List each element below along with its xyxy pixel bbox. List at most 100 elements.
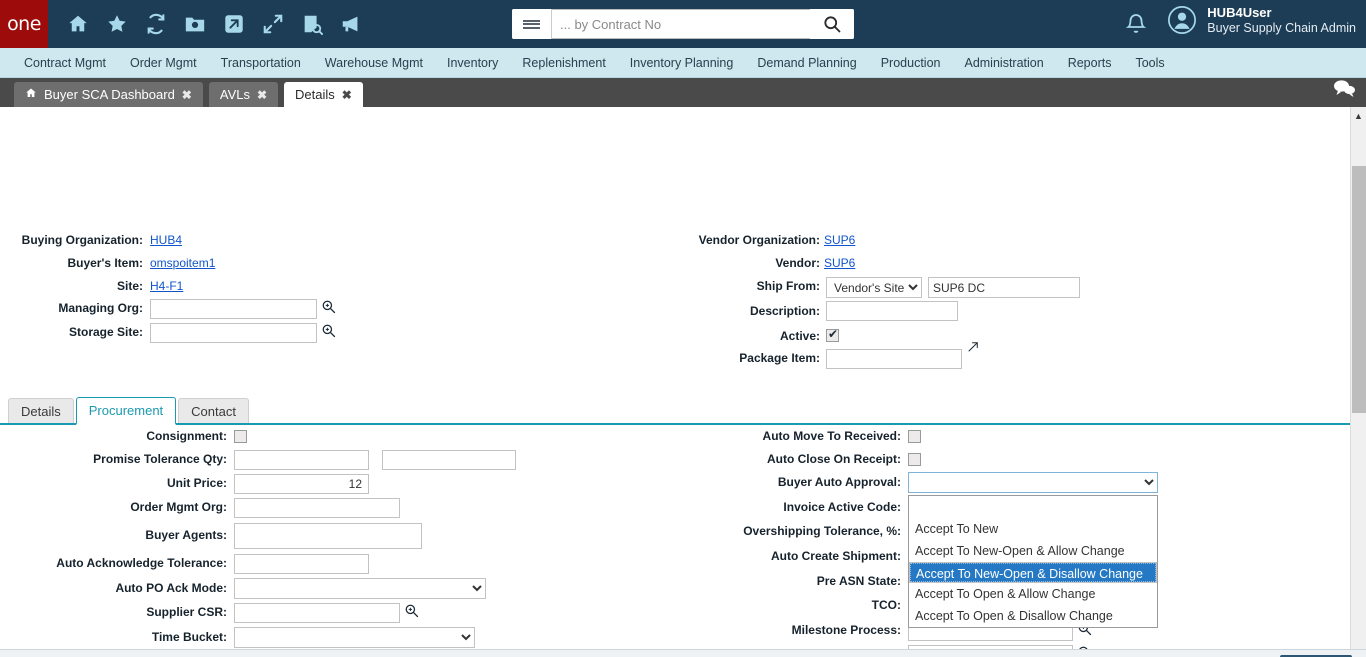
nav-item-replenishment[interactable]: Replenishment: [510, 56, 617, 70]
time-bucket-select[interactable]: [234, 627, 475, 648]
auto-move-to-received-checkbox[interactable]: [908, 430, 921, 443]
auto-acknowledge-tolerance-input[interactable]: [234, 554, 369, 574]
nav-item-inventory-planning[interactable]: Inventory Planning: [618, 56, 746, 70]
nav-item-demand-planning[interactable]: Demand Planning: [745, 56, 868, 70]
tab-details[interactable]: Details ✖: [284, 82, 363, 107]
search-input[interactable]: [552, 9, 810, 39]
user-avatar-icon[interactable]: [1167, 5, 1197, 35]
star-icon[interactable]: [106, 13, 128, 35]
nav-item-production[interactable]: Production: [869, 56, 953, 70]
search-menu-icon[interactable]: [512, 9, 552, 39]
close-icon[interactable]: ✖: [182, 88, 192, 102]
storage-site-control[interactable]: [150, 323, 336, 343]
promise-tolerance-qty-input-2[interactable]: [382, 450, 516, 470]
megaphone-icon[interactable]: [340, 13, 362, 35]
close-icon[interactable]: ✖: [342, 88, 352, 102]
dropdown-option-accept-to-new-open-allow-change[interactable]: Accept To New-Open & Allow Change: [909, 540, 1157, 562]
global-search[interactable]: [512, 9, 854, 39]
search-lookup-icon[interactable]: [404, 603, 419, 623]
order-mgmt-org-control[interactable]: [234, 498, 400, 518]
buyers-item-link[interactable]: omspoitem1: [150, 256, 215, 270]
package-item-control[interactable]: [826, 349, 979, 369]
ship-from-text-input[interactable]: [928, 277, 1080, 298]
order-mgmt-org-input[interactable]: [234, 498, 400, 518]
nav-item-administration[interactable]: Administration: [952, 56, 1055, 70]
refresh-icon[interactable]: [145, 13, 167, 35]
buyer-agents-control[interactable]: [234, 523, 422, 549]
notification-bell-icon[interactable]: [1124, 12, 1148, 41]
buyers-item-value[interactable]: omspoitem1: [150, 256, 215, 270]
dropdown-option-accept-to-new-open-disallow-change[interactable]: Accept To New-Open & Disallow Change: [909, 562, 1157, 583]
description-input[interactable]: [826, 301, 958, 321]
folder-settings-icon[interactable]: [184, 13, 206, 35]
managing-org-input[interactable]: [150, 299, 317, 319]
consignment-checkbox[interactable]: [234, 430, 247, 443]
auto-close-on-receipt-checkbox[interactable]: [908, 453, 921, 466]
buyer-agents-input[interactable]: [234, 523, 422, 549]
dropdown-option-accept-to-open-allow-change[interactable]: Accept To Open & Allow Change: [909, 583, 1157, 605]
search-submit-button[interactable]: [810, 9, 854, 39]
subtab-contact[interactable]: Contact: [178, 398, 249, 423]
package-item-input[interactable]: [826, 349, 962, 369]
unit-price-control[interactable]: [234, 474, 369, 494]
book-search-icon[interactable]: [301, 13, 323, 35]
buying-organization-link[interactable]: HUB4: [150, 233, 182, 247]
auto-move-to-received-control[interactable]: [908, 430, 921, 443]
site-value[interactable]: H4-F1: [150, 279, 183, 293]
close-icon[interactable]: ✖: [257, 88, 267, 102]
search-lookup-icon[interactable]: [321, 323, 336, 343]
dropdown-option-accept-to-open-disallow-change[interactable]: Accept To Open & Disallow Change: [909, 605, 1157, 627]
search-lookup-icon[interactable]: [1077, 645, 1092, 649]
auto-acknowledge-tolerance-control[interactable]: [234, 554, 369, 574]
consignment-control[interactable]: [234, 430, 247, 443]
auto-po-ack-mode-control[interactable]: [234, 578, 486, 599]
time-bucket-control[interactable]: [234, 627, 475, 648]
app-logo[interactable]: one: [0, 0, 48, 48]
managing-org-control[interactable]: [150, 299, 336, 319]
storage-site-input[interactable]: [150, 323, 317, 343]
unit-price-input[interactable]: [234, 474, 369, 494]
nav-item-contract-mgmt[interactable]: Contract Mgmt: [12, 56, 118, 70]
description-control[interactable]: [826, 301, 958, 321]
nav-item-reports[interactable]: Reports: [1056, 56, 1124, 70]
nav-item-inventory[interactable]: Inventory: [435, 56, 510, 70]
user-block[interactable]: HUB4User Buyer Supply Chain Admin: [1167, 5, 1356, 36]
supplier-csr-input[interactable]: [234, 603, 400, 623]
popout-icon[interactable]: [967, 340, 979, 358]
dropdown-option-blank[interactable]: [909, 496, 1157, 518]
vendor-organization-link[interactable]: SUP6: [824, 233, 855, 247]
ship-from-select[interactable]: Vendor's Site: [826, 277, 922, 298]
nav-item-warehouse-mgmt[interactable]: Warehouse Mgmt: [313, 56, 435, 70]
subtab-details[interactable]: Details: [8, 398, 74, 423]
vendor-link[interactable]: SUP6: [824, 256, 855, 270]
subtab-procurement[interactable]: Procurement: [76, 397, 176, 425]
supplier-csr-control[interactable]: [234, 603, 419, 623]
ship-from-controls[interactable]: Vendor's Site: [826, 277, 1080, 298]
dropdown-option-accept-to-new[interactable]: Accept To New: [909, 518, 1157, 540]
search-lookup-icon[interactable]: [321, 299, 336, 319]
buyer-auto-approval-control[interactable]: [908, 472, 1158, 493]
asn-template-input[interactable]: [908, 645, 1073, 649]
nav-item-tools[interactable]: Tools: [1123, 56, 1176, 70]
tab-avls[interactable]: AVLs ✖: [209, 82, 278, 107]
promise-tolerance-qty-controls[interactable]: [234, 450, 516, 470]
scroll-up-arrow-icon[interactable]: ▲: [1351, 107, 1366, 124]
active-control[interactable]: [826, 329, 839, 342]
buyer-auto-approval-dropdown-list[interactable]: Accept To New Accept To New-Open & Allow…: [908, 495, 1158, 628]
active-checkbox[interactable]: [826, 329, 839, 342]
vendor-value[interactable]: SUP6: [824, 256, 855, 270]
nav-item-order-mgmt[interactable]: Order Mgmt: [118, 56, 209, 70]
buying-organization-value[interactable]: HUB4: [150, 233, 182, 247]
expand-icon[interactable]: [262, 13, 284, 35]
scrollbar-thumb[interactable]: [1352, 166, 1366, 413]
tab-buyer-sca-dashboard[interactable]: Buyer SCA Dashboard ✖: [14, 82, 203, 107]
auto-po-ack-mode-select[interactable]: [234, 578, 486, 599]
open-external-icon[interactable]: [223, 13, 245, 35]
promise-tolerance-qty-input-1[interactable]: [234, 450, 369, 470]
site-link[interactable]: H4-F1: [150, 279, 183, 293]
vendor-organization-value[interactable]: SUP6: [824, 233, 855, 247]
content-vertical-scrollbar[interactable]: ▲: [1350, 107, 1366, 649]
nav-item-transportation[interactable]: Transportation: [209, 56, 313, 70]
auto-close-on-receipt-control[interactable]: [908, 453, 921, 466]
buyer-auto-approval-select[interactable]: [908, 472, 1158, 493]
